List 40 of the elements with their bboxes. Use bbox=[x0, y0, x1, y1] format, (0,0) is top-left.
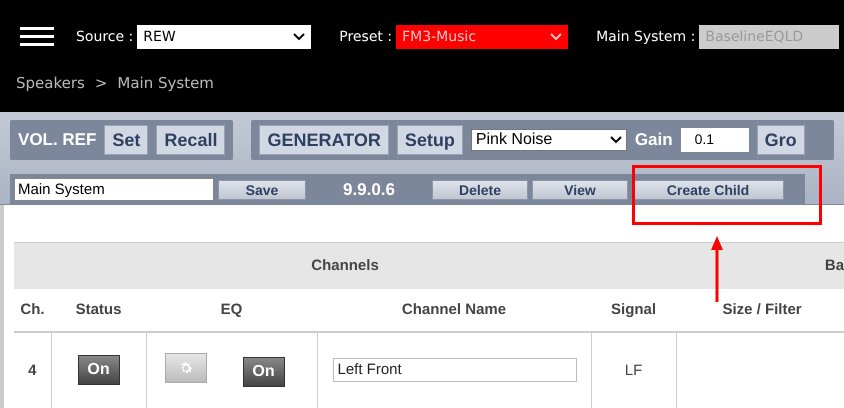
column-header: EQ bbox=[146, 288, 317, 332]
eq-button[interactable]: On bbox=[242, 357, 284, 387]
create-child-button[interactable]: Create Child bbox=[632, 180, 784, 200]
main-system-label: Main System : bbox=[596, 29, 696, 45]
chevron-down-icon bbox=[610, 136, 622, 144]
arrow bbox=[709, 236, 725, 302]
source-select[interactable]: REW bbox=[137, 25, 312, 49]
column-header: Size / Filter bbox=[676, 288, 844, 332]
column-header: Ch. bbox=[14, 288, 51, 332]
column-header: Signal bbox=[591, 288, 676, 332]
group-button[interactable]: Gro bbox=[756, 125, 805, 155]
channel-name-field[interactable]: Left Front bbox=[332, 358, 576, 382]
delete-button[interactable]: Delete bbox=[432, 180, 528, 200]
save-button[interactable]: Save bbox=[218, 180, 306, 200]
channel-number: 4 bbox=[14, 332, 51, 408]
status-button[interactable]: On bbox=[78, 355, 120, 385]
signal-cell: LF bbox=[591, 332, 676, 408]
setup-button[interactable]: Setup bbox=[396, 125, 463, 155]
column-header: Channel Name bbox=[317, 288, 591, 332]
breadcrumb-link[interactable]: Main System bbox=[117, 74, 214, 92]
menu-icon[interactable] bbox=[20, 26, 54, 48]
chevron-down-icon bbox=[550, 33, 562, 41]
signal-select[interactable]: Pink Noise bbox=[470, 129, 627, 151]
system-name-field[interactable]: Main System bbox=[14, 178, 214, 201]
recall-button[interactable]: Recall bbox=[156, 125, 226, 155]
group-header: Channels bbox=[14, 242, 676, 288]
breadcrumb-separator: > bbox=[94, 74, 108, 92]
preset-label: Preset : bbox=[339, 29, 392, 45]
gain-label: Gain bbox=[634, 130, 673, 150]
vol-ref-label: VOL. REF bbox=[18, 130, 96, 150]
breadcrumb-link[interactable]: Speakers bbox=[16, 74, 85, 92]
version-text: 9.9.0.6 bbox=[342, 180, 396, 200]
group-header: Ba bbox=[676, 242, 844, 288]
source-label: Source : bbox=[76, 29, 134, 45]
gain-field[interactable]: 0.1 bbox=[680, 128, 749, 152]
column-header: Status bbox=[51, 288, 146, 332]
generator-button[interactable]: GENERATOR bbox=[259, 125, 389, 155]
set-button[interactable]: Set bbox=[104, 125, 148, 155]
chevron-down-icon bbox=[293, 33, 306, 41]
view-button[interactable]: View bbox=[532, 180, 628, 200]
